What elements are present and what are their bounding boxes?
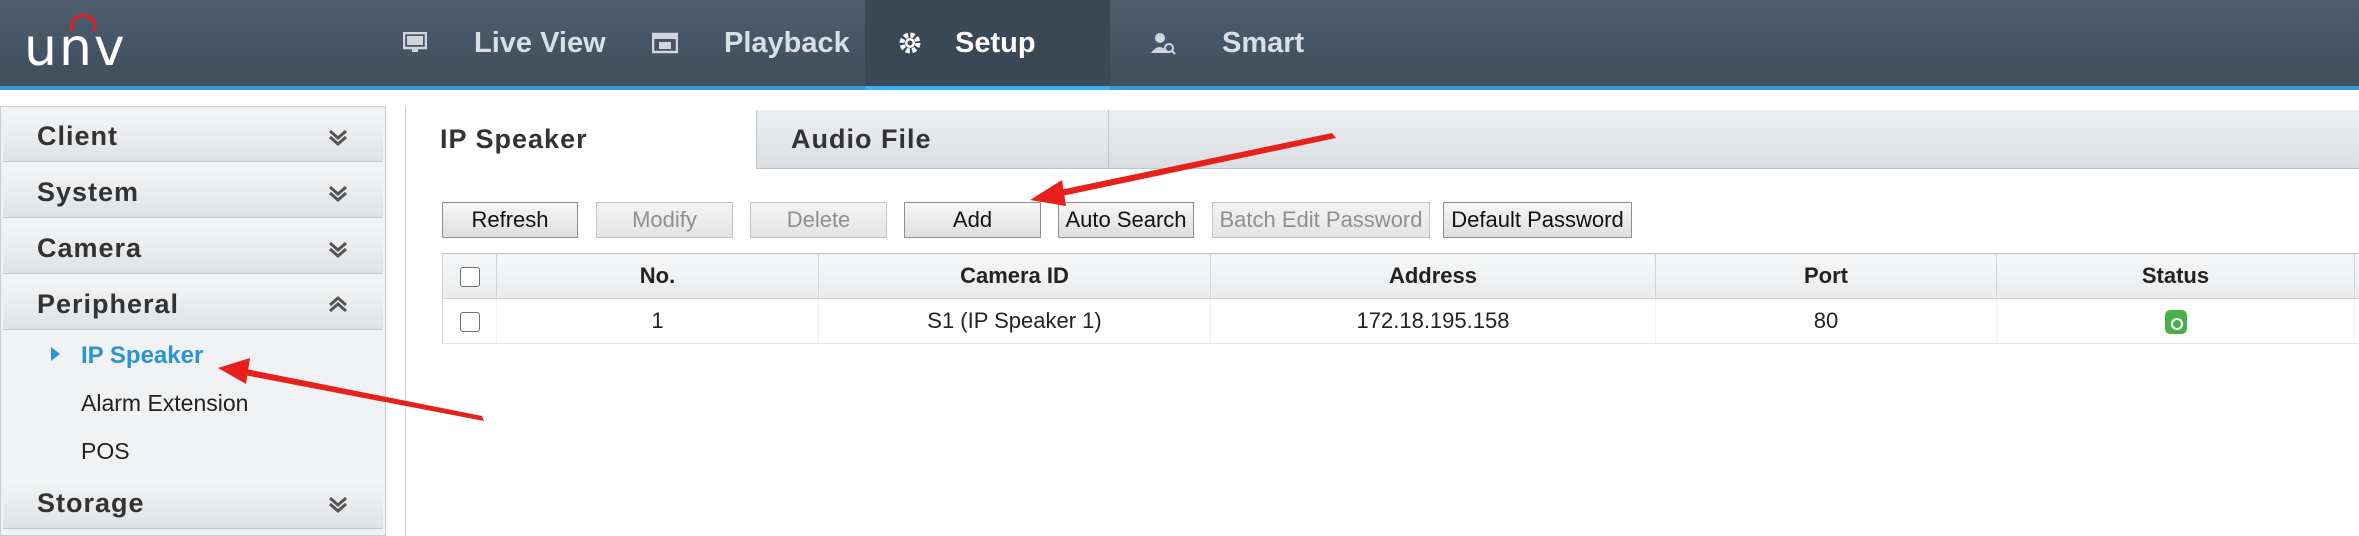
top-navigation-bar: unv Live View Playback Setup Smart (0, 0, 2359, 86)
sidebar-section-label: Client (37, 121, 119, 151)
setup-sidebar: Client System Camera Peripheral IP Speak… (0, 106, 386, 536)
row-checkbox[interactable] (459, 312, 480, 333)
sidebar-section-storage[interactable]: Storage (3, 479, 383, 529)
auto-search-button[interactable]: Auto Search (1058, 202, 1194, 238)
batch-edit-password-button[interactable]: Batch Edit Password (1212, 202, 1430, 238)
modify-button[interactable]: Modify (596, 202, 733, 238)
sidebar-section-peripheral[interactable]: Peripheral (3, 280, 383, 330)
row-select-cell (442, 298, 497, 344)
nav-playback[interactable]: Playback (652, 0, 850, 86)
triangle-right-icon (51, 347, 60, 361)
select-all-header (442, 253, 497, 299)
table-header-row: No. Camera ID Address Port Status (442, 253, 2359, 299)
nav-playback-label: Playback (724, 26, 850, 59)
sidebar-item-label: POS (81, 437, 130, 464)
ip-speaker-table: No. Camera ID Address Port Status 1 S1 (… (442, 253, 2359, 344)
column-header-camera-id[interactable]: Camera ID (818, 253, 1211, 299)
unv-logo: unv (24, 14, 144, 78)
sidebar-item-label: IP Speaker (81, 342, 204, 369)
sidebar-section-system[interactable]: System (3, 168, 383, 218)
chevron-down-icon (329, 496, 347, 513)
smart-person-icon (1150, 30, 1176, 56)
refresh-button[interactable]: Refresh (442, 202, 578, 238)
cell-camera-id: S1 (IP Speaker 1) (818, 298, 1211, 344)
tab-strip: IP Speaker Audio File (406, 110, 2359, 169)
cell-no: 1 (496, 298, 819, 344)
table-row[interactable]: 1 S1 (IP Speaker 1) 172.18.195.158 80 (442, 298, 2359, 344)
sidebar-section-label: Camera (37, 233, 143, 263)
sidebar-item-alarm-extension[interactable]: Alarm Extension (3, 380, 383, 426)
film-icon (652, 30, 678, 56)
default-password-button[interactable]: Default Password (1443, 202, 1632, 238)
nav-smart-label: Smart (1222, 26, 1305, 59)
chevron-down-icon (329, 129, 347, 146)
column-header-status[interactable]: Status (1996, 253, 2355, 299)
cell-filler (2354, 298, 2359, 344)
select-all-checkbox[interactable] (459, 267, 480, 288)
nav-smart[interactable]: Smart (1150, 0, 1304, 86)
column-header-no[interactable]: No. (496, 253, 819, 299)
topbar-accent-line (0, 86, 2359, 90)
nav-setup-label: Setup (955, 26, 1036, 59)
speaker-online-icon (2164, 310, 2187, 335)
cell-address: 172.18.195.158 (1210, 298, 1656, 344)
sidebar-section-camera[interactable]: Camera (3, 224, 383, 274)
sidebar-item-label: Alarm Extension (81, 389, 249, 416)
sidebar-item-pos[interactable]: POS (3, 428, 383, 474)
gear-icon (897, 30, 923, 56)
nav-live-view[interactable]: Live View (402, 0, 606, 86)
chevron-up-icon (329, 296, 347, 313)
nav-active-indicator (865, 86, 1110, 90)
tab-ip-speaker[interactable]: IP Speaker (406, 110, 757, 169)
sidebar-section-label: System (37, 177, 140, 207)
tab-audio-file[interactable]: Audio File (757, 110, 1109, 168)
sidebar-section-label: Peripheral (37, 289, 180, 319)
column-header-filler (2354, 253, 2359, 299)
monitor-icon (402, 30, 428, 56)
tab-label: IP Speaker (440, 124, 588, 154)
add-button[interactable]: Add (904, 202, 1041, 238)
column-header-address[interactable]: Address (1210, 253, 1656, 299)
sidebar-section-label: Storage (37, 488, 145, 518)
sidebar-item-ip-speaker[interactable]: IP Speaker (3, 333, 383, 379)
logo-arc-mark (70, 14, 96, 31)
cell-port: 80 (1655, 298, 1997, 344)
nav-setup[interactable]: Setup (865, 0, 1110, 86)
delete-button[interactable]: Delete (750, 202, 887, 238)
nav-live-view-label: Live View (474, 26, 606, 59)
cell-status (1996, 298, 2355, 344)
sidebar-section-client[interactable]: Client (3, 112, 383, 162)
main-panel: IP Speaker Audio File Refresh Modify Del… (405, 106, 2359, 536)
column-header-port[interactable]: Port (1655, 253, 1997, 299)
tab-label: Audio File (791, 123, 932, 154)
chevron-down-icon (329, 241, 347, 258)
chevron-down-icon (329, 185, 347, 202)
